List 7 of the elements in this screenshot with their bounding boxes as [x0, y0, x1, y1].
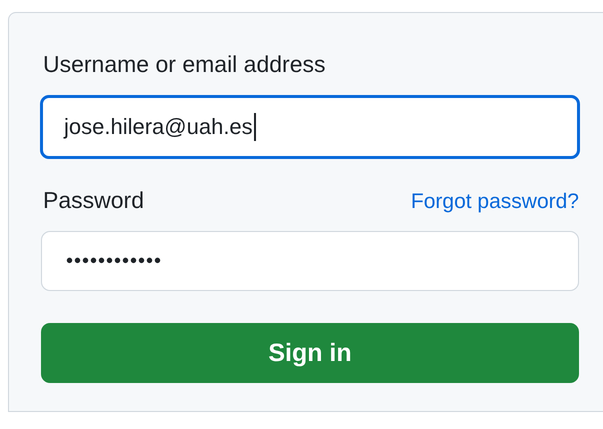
forgot-password-link[interactable]: Forgot password?	[410, 190, 579, 214]
text-cursor	[254, 113, 256, 141]
field-label: Username or email address	[43, 51, 326, 78]
username-field[interactable]: jose.hilera@uah.es	[40, 95, 580, 159]
field-label: Password	[43, 187, 144, 214]
password-field[interactable]: ••••••••••••	[41, 231, 579, 291]
sign-in-button[interactable]: Sign in	[41, 323, 579, 383]
